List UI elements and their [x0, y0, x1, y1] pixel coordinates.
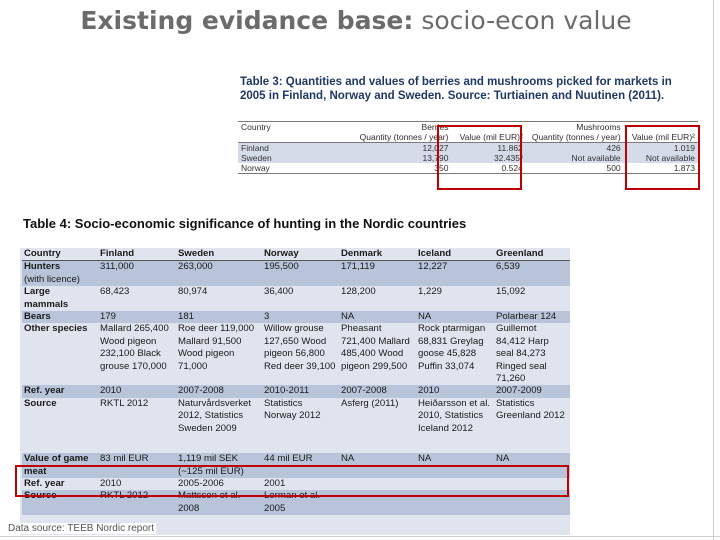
table4-cell: 2007-2008: [339, 385, 416, 398]
table4-cell: Roe deer 119,000 Mallard 91,500 Wood pig…: [178, 323, 255, 372]
table3-caption: Table 3: Quantities and values of berrie…: [240, 76, 672, 102]
table4-cell: RKTL 2012: [100, 397, 149, 409]
table4-cell: 179: [98, 311, 176, 324]
table4-row-sublabel: (with licence): [24, 273, 80, 285]
table4-cell: Statistics Greenland 2012: [496, 397, 565, 422]
table4-cell: 68,423: [100, 286, 130, 298]
table4-cell: 12,227: [416, 260, 494, 287]
table4-cell: Heiðarsson et al. 2010, Statistics Icela…: [418, 397, 490, 434]
table4-cell: Willow grouse 127,650 Wood pigeon 56,800…: [264, 323, 336, 372]
slide-title-rest: socio-econ value: [413, 6, 632, 35]
table4-row-label: Ref. year: [22, 385, 98, 398]
table4-header-row: Country Finland Sweden Norway Denmark Ic…: [22, 248, 570, 262]
table4-row-label: Hunters (with licence): [22, 260, 98, 287]
table4-cell: 128,200: [341, 286, 376, 298]
table4-header: Sweden: [176, 248, 262, 262]
slide-bottom-border: [0, 536, 720, 537]
table4-cell: Guillemot 84,412 Harp seal 84,273 Ringed…: [496, 323, 549, 385]
table4-cell: 2007-2009: [494, 385, 570, 398]
table4-cell: 15,092: [496, 286, 526, 298]
game-meat-highlight-box: [15, 465, 569, 497]
table3-subheader-cell: [238, 132, 354, 143]
table3-header-country: Country: [238, 121, 354, 132]
table4-row-bears: Bears 179 181 3 NA NA Polarbear 124: [22, 311, 570, 324]
table4-cell: Statistics Norway 2012: [264, 397, 321, 422]
table3-cell: 426: [525, 142, 624, 153]
table4-cell: 80,974: [178, 286, 208, 298]
table4-cell: Rock ptarmigan 68,831 Greylag goose 45,8…: [418, 323, 486, 372]
berries-value-highlight-box: [437, 125, 522, 190]
table4-row-label: Other species: [24, 323, 88, 335]
table4-row-label: Source: [24, 397, 57, 409]
table4-cell: Naturvårdsverket 2012, Statistics Sweden…: [178, 397, 252, 434]
table3-cell: Not available: [525, 153, 624, 163]
table4-header: Finland: [98, 248, 176, 262]
table4-cell: Asferg (2011): [341, 397, 399, 409]
table3-subheader-mushrooms-quantity: Quantity (tonnes / year): [531, 132, 621, 142]
table4-cell: 171,119: [339, 260, 416, 287]
table4-header: Denmark: [339, 248, 416, 262]
table3-cell: 500: [525, 163, 624, 174]
table4-row-label: Large mammals: [24, 286, 69, 310]
table4-cell: 1,229: [418, 286, 443, 298]
table4-row-other-species: Other species Mallard 265,400 Wood pigeo…: [22, 323, 570, 385]
table4-header: Country: [22, 248, 98, 262]
table4-row-ref-year: Ref. year 2010 2007-2008 2010-2011 2007-…: [22, 385, 570, 398]
slide-title-bold: Existing evidance base:: [80, 6, 414, 35]
table4-cell: Polarbear 124: [494, 311, 570, 324]
slide-right-border: [713, 0, 714, 540]
table4-cell: 36,400: [264, 286, 294, 298]
slide-title: Existing evidance base: socio-econ value: [0, 6, 712, 35]
source-note: Data source: TEEB Nordic report: [6, 523, 156, 534]
table4-cell: 2010-2011: [262, 385, 339, 398]
table4-spacer-row: [22, 435, 570, 453]
table3-header-mushrooms: Mushrooms: [525, 121, 624, 132]
table3-cell-country: Norway: [238, 163, 354, 174]
table4-cell: 311,000: [98, 260, 176, 287]
table4-cell: 2010: [416, 385, 494, 398]
table4-header: Greenland: [494, 248, 570, 262]
table3-cell-country: Finland: [238, 142, 354, 153]
table4-row-label: Bears: [22, 311, 98, 324]
table4-header: Norway: [262, 248, 339, 262]
table4-cell: 2007-2008: [176, 385, 262, 398]
table4-cell: NA: [339, 311, 416, 324]
table4-cell: 195,500: [262, 260, 339, 287]
table4-row-source: Source RKTL 2012 Naturvårdsverket 2012, …: [22, 398, 570, 435]
table4-row-hunters: Hunters (with licence) 311,000 263,000 19…: [22, 260, 570, 287]
table4-cell: 181: [176, 311, 262, 324]
table4-cell: NA: [416, 311, 494, 324]
table4-cell: 3: [262, 311, 339, 324]
table3-cell-country: Sweden: [238, 153, 354, 163]
table4-cell: Pheasant 721,400 Mallard 485,400 Wood pi…: [341, 323, 410, 372]
table4-cell: Mallard 265,400 Wood pigeon 232,100 Blac…: [100, 323, 169, 372]
table4-caption: Table 4: Socio-economic significance of …: [23, 216, 467, 231]
mushrooms-value-highlight-box: [625, 125, 700, 190]
table4-row-label-text: Hunters: [24, 261, 61, 273]
table4-cell: 6,539: [494, 260, 570, 287]
table4-cell: 263,000: [176, 260, 262, 287]
table4-header: Iceland: [416, 248, 494, 262]
table4-cell: 2010: [98, 385, 176, 398]
table4-spacer: [22, 435, 570, 453]
table4-row-large-mammals: Large mammals 68,423 80,974 36,400 128,2…: [22, 286, 570, 311]
